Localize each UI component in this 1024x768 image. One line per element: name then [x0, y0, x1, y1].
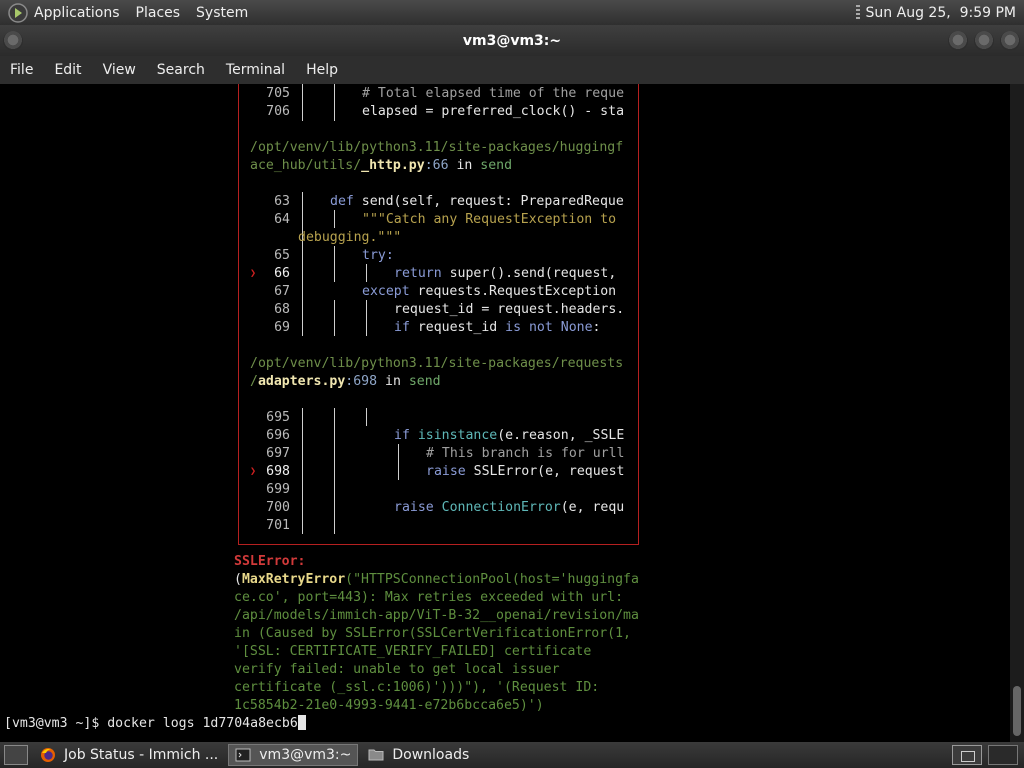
distro-logo-icon[interactable]: [8, 2, 28, 23]
applications-menu[interactable]: Applications: [34, 5, 120, 21]
taskbar-item-label: vm3@vm3:~: [259, 747, 352, 763]
error-message-line: ce.co', port=443): Max retries exceeded …: [234, 590, 624, 605]
panel-grip-icon: [855, 4, 860, 21]
text-cursor: [297, 715, 306, 730]
frame-location: /adapters.py:698 in send: [250, 374, 441, 389]
indent-guide: [302, 84, 303, 121]
error-message-line: (MaxRetryError("HTTPSConnectionPool(host…: [234, 572, 639, 587]
terminal-icon: [235, 748, 251, 762]
code-line: # This branch is for urll: [426, 446, 625, 461]
indent-guide: [398, 444, 399, 480]
taskbar-item-browser[interactable]: Job Status - Immich ...: [34, 744, 224, 766]
line-number: 67: [274, 284, 290, 299]
error-message-line: verify failed: unable to get local issue…: [234, 662, 560, 677]
frame-location: ace_hub/utils/_http.py:66 in send: [250, 158, 513, 173]
minimize-button[interactable]: [948, 31, 968, 51]
indent-guide: [334, 408, 335, 534]
line-number: 68: [274, 302, 290, 317]
menu-view[interactable]: View: [103, 62, 136, 78]
code-line: # Total elapsed time of the reque: [362, 86, 625, 101]
system-menu[interactable]: System: [196, 5, 248, 21]
terminal-scrollbar[interactable]: [1010, 84, 1024, 742]
frame-path: /opt/venv/lib/python3.11/site-packages/h…: [250, 140, 624, 155]
code-line: try:: [362, 248, 394, 263]
terminal-menubar: File Edit View Search Terminal Help: [0, 56, 1024, 84]
code-line: def send(self, request: PreparedReque: [330, 194, 624, 209]
indent-guide: [366, 300, 367, 336]
indent-guide: [334, 210, 335, 228]
line-number: 706: [266, 104, 290, 119]
line-number: 701: [266, 518, 290, 533]
workspace-switcher-active[interactable]: [952, 745, 982, 765]
scrollbar-thumb[interactable]: [1013, 686, 1021, 736]
window-titlebar[interactable]: vm3@vm3:~: [0, 25, 1024, 56]
indent-guide: [366, 408, 367, 426]
line-number: 696: [266, 428, 290, 443]
taskbar-item-downloads[interactable]: Downloads: [362, 744, 475, 766]
menu-terminal[interactable]: Terminal: [226, 62, 285, 78]
taskbar-item-label: Job Status - Immich ...: [64, 747, 219, 763]
code-line: elapsed = preferred_clock() - sta: [362, 104, 625, 119]
taskbar-item-terminal[interactable]: vm3@vm3:~: [228, 744, 359, 766]
line-number: 64: [274, 212, 290, 227]
menu-help[interactable]: Help: [306, 62, 338, 78]
indent-guide: [334, 84, 335, 121]
line-number: 697: [266, 446, 290, 461]
error-message-line: 1c5854b2-21e0-4993-9441-e72b6bcca6e5)'): [234, 698, 544, 713]
folder-icon: [368, 749, 384, 761]
firefox-icon: [41, 748, 55, 762]
shell-prompt-line[interactable]: [vm3@vm3 ~]$ docker logs 1d7704a8ecb6: [4, 715, 306, 733]
window-menu-button[interactable]: [3, 31, 23, 51]
line-number: 698: [266, 464, 290, 479]
line-number: 65: [274, 248, 290, 263]
indent-guide: [334, 246, 335, 282]
line-number: 63: [274, 194, 290, 209]
menu-file[interactable]: File: [10, 62, 33, 78]
code-line: if request_id is not None:: [394, 320, 601, 335]
taskbar-item-label: Downloads: [392, 747, 470, 763]
code-line-highlighted: raise SSLError(e, request: [426, 464, 625, 479]
error-message-line: '[SSL: CERTIFICATE_VERIFY_FAILED] certif…: [234, 644, 592, 659]
line-number: 695: [266, 410, 290, 425]
close-button[interactable]: [1000, 31, 1020, 51]
error-name: SSLError:: [234, 554, 306, 569]
indent-guide: [366, 264, 367, 282]
line-number: 66: [274, 266, 290, 281]
error-message-line: /api/models/immich-app/ViT-B-32__openai/…: [234, 608, 639, 623]
bottom-taskbar: Job Status - Immich ... vm3@vm3:~ Downlo…: [0, 742, 1024, 768]
frame-path: /opt/venv/lib/python3.11/site-packages/r…: [250, 356, 624, 371]
places-menu[interactable]: Places: [136, 5, 181, 21]
window-title: vm3@vm3:~: [462, 32, 562, 49]
indent-guide: [334, 300, 335, 336]
workspace-switcher-empty[interactable]: [988, 745, 1018, 765]
line-number: 705: [266, 86, 290, 101]
error-message-line: certificate (_ssl.c:1006)')))"), '(Reque…: [234, 680, 600, 695]
code-line: request_id = request.headers.: [394, 302, 625, 317]
line-number: 699: [266, 482, 290, 497]
code-line: debugging.""": [298, 230, 402, 245]
indent-guide: [302, 408, 303, 534]
menu-edit[interactable]: Edit: [54, 62, 81, 78]
shell-command: [vm3@vm3 ~]$ docker logs 1d7704a8ecb6: [4, 716, 298, 731]
terminal-output[interactable]: 705 # Total elapsed time of the reque 70…: [0, 84, 1024, 742]
indent-guide: [302, 192, 303, 210]
clock-text: Sun Aug 25, 9:59 PM: [865, 4, 1016, 21]
code-line: if isinstance(e.reason, _SSLE: [394, 428, 625, 443]
line-number: 69: [274, 320, 290, 335]
show-desktop-icon[interactable]: [4, 745, 28, 765]
code-line: raise ConnectionError(e, requ: [394, 500, 625, 515]
clock-applet[interactable]: Sun Aug 25, 9:59 PM: [855, 4, 1016, 21]
error-message-line: in (Caused by SSLError(SSLCertVerificati…: [234, 626, 631, 641]
top-panel: Applications Places System Sun Aug 25, 9…: [0, 0, 1024, 25]
code-line: """Catch any RequestException to: [362, 212, 617, 227]
line-number: 700: [266, 500, 290, 515]
maximize-button[interactable]: [974, 31, 994, 51]
menu-search[interactable]: Search: [157, 62, 205, 78]
code-line: except requests.RequestException: [362, 284, 617, 299]
code-line-highlighted: return super().send(request,: [394, 266, 617, 281]
